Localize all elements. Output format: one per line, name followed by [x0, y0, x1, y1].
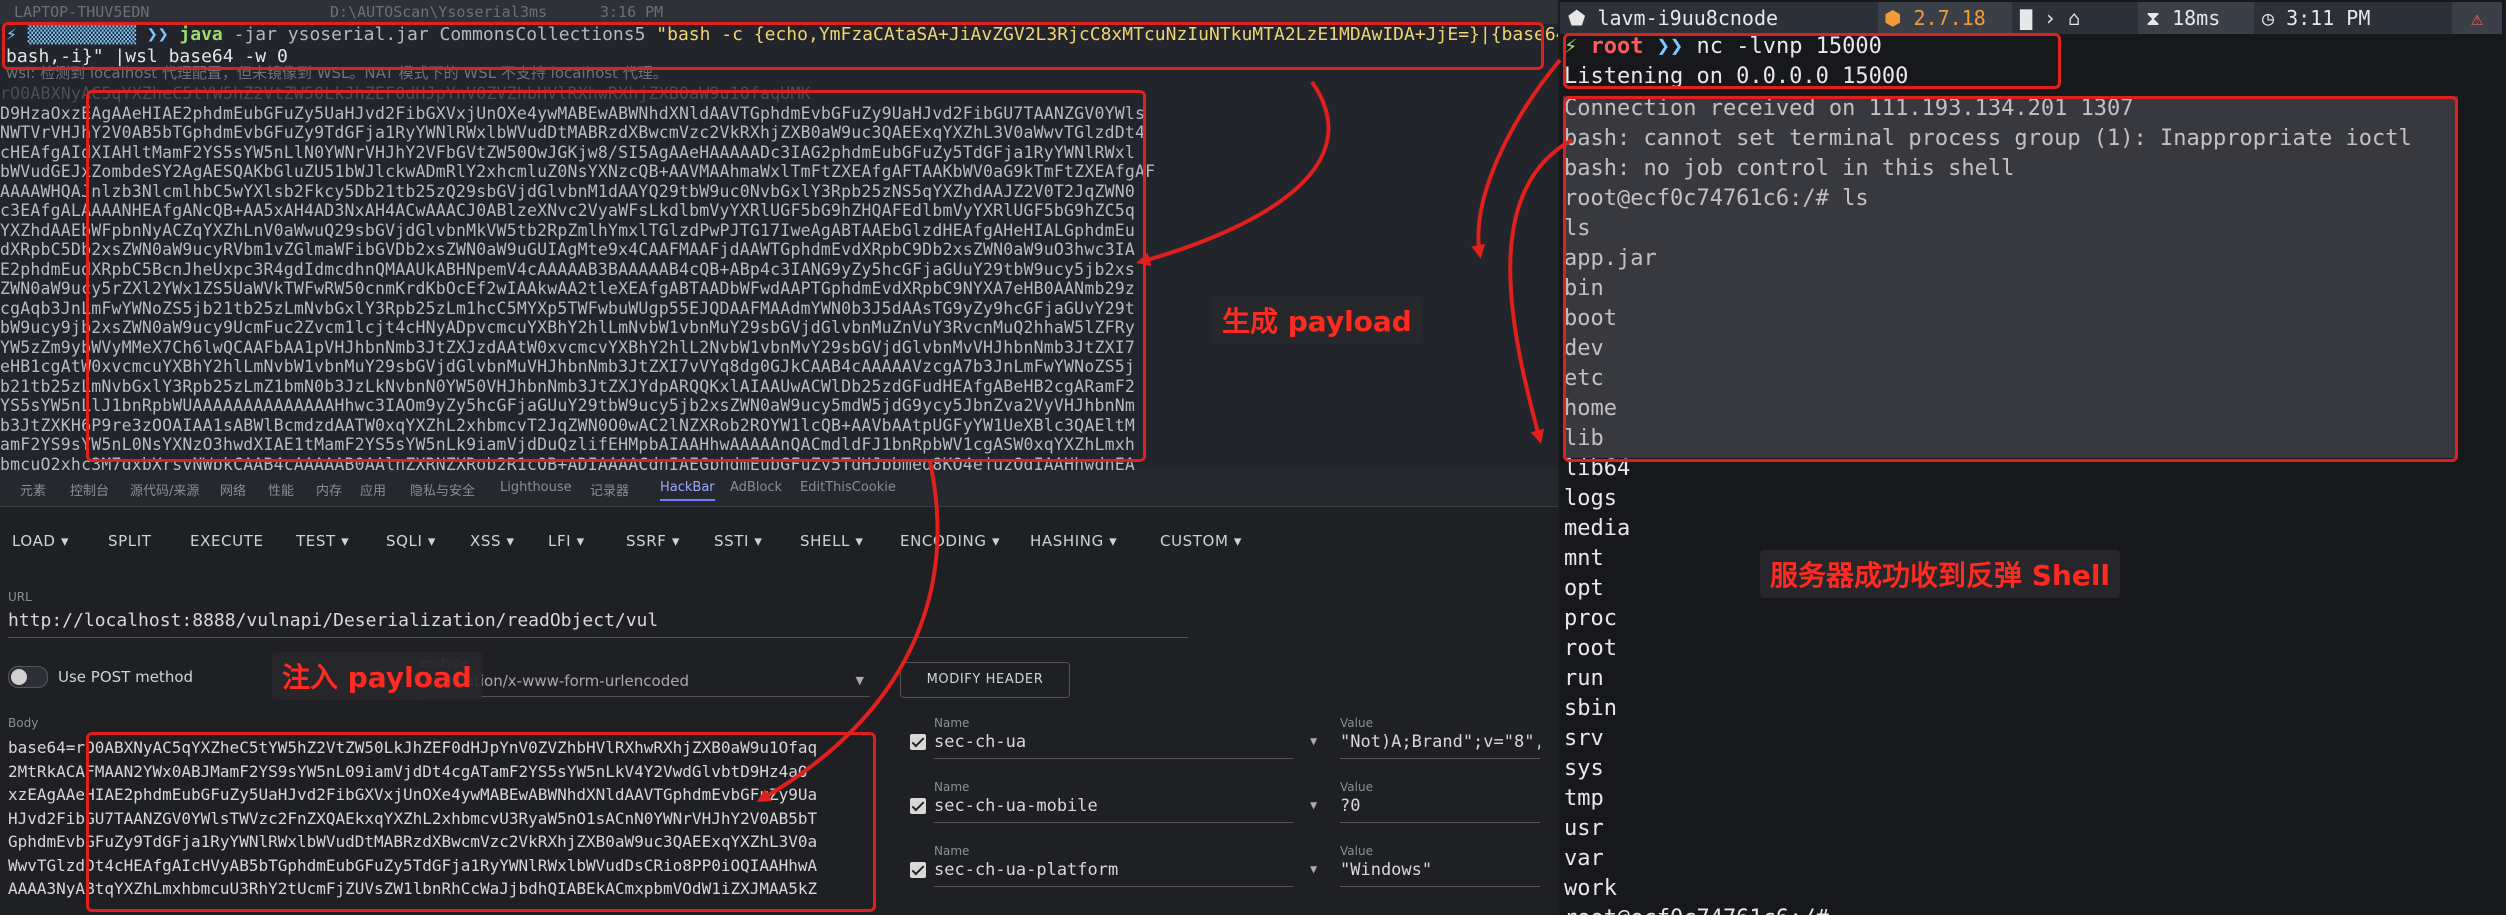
arrow-generate: [1136, 80, 1331, 267]
arrow-listen: [1508, 138, 1573, 444]
annotation-shell: 服务器成功收到反弹 Shell: [1760, 550, 2121, 598]
arrow-overlay: [756, 58, 1573, 802]
annotation-generate: 生成 payload: [1212, 296, 1422, 344]
annotation-inject: 注入 payload: [272, 652, 482, 700]
arrow-inject: [756, 461, 940, 802]
